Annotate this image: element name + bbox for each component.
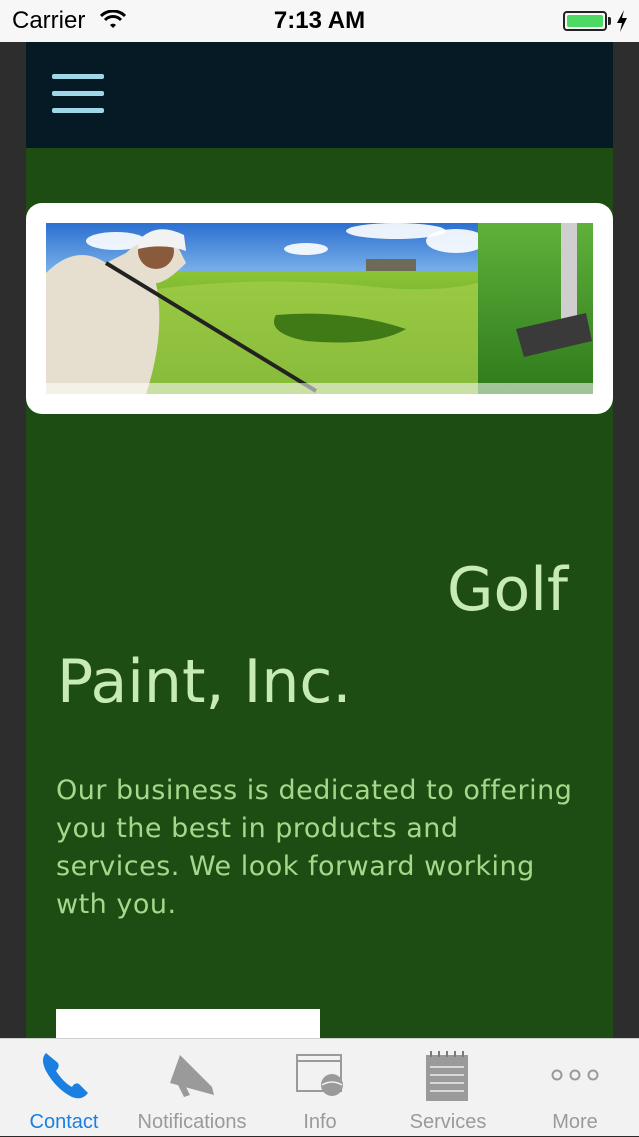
browser-globe-icon bbox=[296, 1054, 343, 1096]
company-title-line1: Golf bbox=[447, 555, 568, 625]
content-image-thumbnail bbox=[56, 1009, 320, 1038]
clock-time: 7:13 AM bbox=[273, 7, 366, 34]
golf-banner-image bbox=[46, 223, 593, 394]
more-dots-icon bbox=[551, 1069, 599, 1081]
tab-contact-label: Contact bbox=[29, 1111, 99, 1133]
tab-info-label: Info bbox=[303, 1111, 337, 1133]
tab-services[interactable]: Services bbox=[384, 1039, 512, 1137]
charging-bolt-icon bbox=[617, 10, 627, 32]
tab-contact[interactable]: Contact bbox=[0, 1039, 128, 1137]
status-bar: Carrier 7:13 AM bbox=[0, 0, 639, 42]
company-title-line2: Paint, Inc. bbox=[57, 647, 352, 717]
megaphone-icon bbox=[170, 1055, 214, 1097]
tab-services-label: Services bbox=[409, 1111, 487, 1133]
intro-paragraph: Our business is dedicated to offering yo… bbox=[56, 775, 573, 920]
left-gutter bbox=[0, 42, 26, 1038]
banner-card bbox=[26, 203, 613, 414]
tab-more-label: More bbox=[552, 1111, 598, 1133]
tab-more[interactable]: More bbox=[511, 1039, 639, 1137]
battery-icon bbox=[563, 11, 607, 31]
tab-notifications[interactable]: Notifications bbox=[128, 1039, 256, 1137]
app-header bbox=[26, 42, 613, 148]
main-content: Golf Paint, Inc. Our business is dedicat… bbox=[26, 148, 613, 1038]
tab-info[interactable]: Info bbox=[256, 1039, 384, 1137]
right-gutter bbox=[613, 42, 639, 1038]
bottom-tab-bar: Contact Notifications Info Services More bbox=[0, 1038, 639, 1136]
notepad-icon bbox=[426, 1051, 468, 1101]
phone-icon bbox=[43, 1053, 88, 1099]
battery-tip bbox=[608, 17, 611, 25]
tab-notifications-label: Notifications bbox=[137, 1111, 247, 1133]
hamburger-menu-icon[interactable] bbox=[52, 74, 104, 114]
